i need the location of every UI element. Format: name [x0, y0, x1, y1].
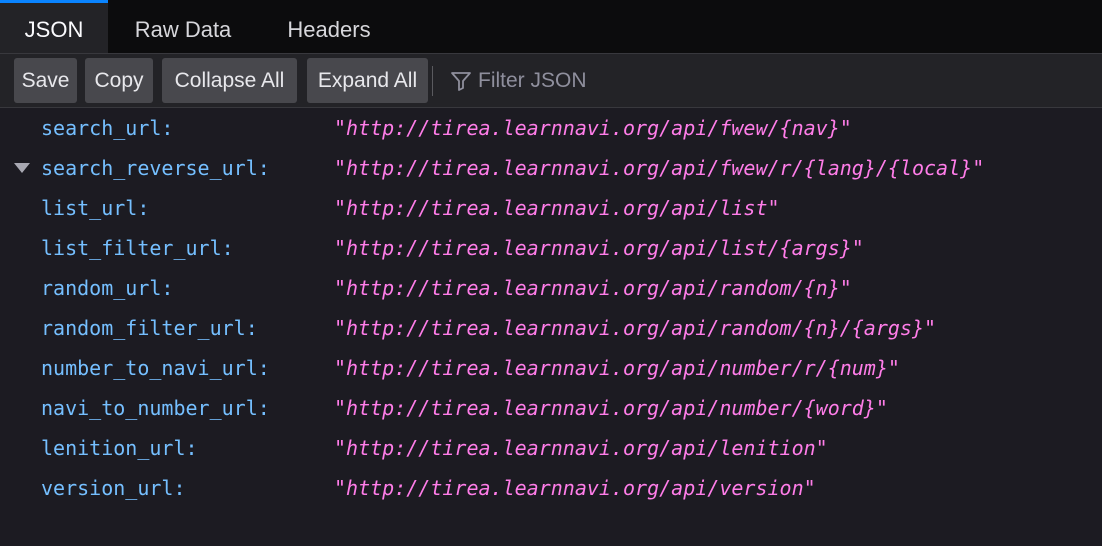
json-row[interactable]: search_url: "http://tirea.learnnavi.org/a…: [0, 108, 1102, 148]
toolbar-divider: [432, 66, 433, 96]
filter-json-input[interactable]: [478, 58, 1078, 103]
json-row[interactable]: random_url: "http://tirea.learnnavi.org/a…: [0, 268, 1102, 308]
json-key: navi_to_number_url:: [41, 396, 270, 420]
funnel-icon: [451, 72, 471, 91]
json-string-value[interactable]: "http://tirea.learnnavi.org/api/random/{…: [334, 308, 936, 348]
tab-headers[interactable]: Headers: [265, 0, 393, 53]
expand-toggle-icon[interactable]: [14, 163, 30, 173]
json-value-text: http://tirea.learnnavi.org/api/version: [346, 476, 804, 500]
json-key: search_url:: [41, 116, 174, 140]
tab-raw-data[interactable]: Raw Data: [118, 0, 248, 53]
json-value-text: http://tirea.learnnavi.org/api/fwew/r/{l…: [346, 156, 973, 180]
json-string-value[interactable]: "http://tirea.learnnavi.org/api/fwew/r/{…: [334, 148, 984, 188]
json-row[interactable]: navi_to_number_url: "http://tirea.learnna…: [0, 388, 1102, 428]
json-string-value[interactable]: "http://tirea.learnnavi.org/api/lenition…: [334, 428, 828, 468]
tab-bar: JSON Raw Data Headers: [0, 0, 1102, 54]
expand-all-button[interactable]: Expand All: [307, 58, 428, 103]
json-key: random_url:: [41, 276, 174, 300]
json-string-value[interactable]: "http://tirea.learnnavi.org/api/number/{…: [334, 388, 888, 428]
json-row[interactable]: search_reverse_url: "http://tirea.learnna…: [0, 148, 1102, 188]
toolbar: Save Copy Collapse All Expand All: [0, 54, 1102, 108]
json-string-value[interactable]: "http://tirea.learnnavi.org/api/number/r…: [334, 348, 900, 388]
json-key: random_filter_url:: [41, 316, 258, 340]
json-value-text: http://tirea.learnnavi.org/api/fwew/{nav…: [346, 116, 840, 140]
json-value-text: http://tirea.learnnavi.org/api/random/{n…: [346, 316, 925, 340]
json-value-text: http://tirea.learnnavi.org/api/number/{w…: [346, 396, 876, 420]
json-value-text: http://tirea.learnnavi.org/api/random/{n…: [346, 276, 840, 300]
json-value-text: http://tirea.learnnavi.org/api/lenition: [346, 436, 816, 460]
json-string-value[interactable]: "http://tirea.learnnavi.org/api/list": [334, 188, 780, 228]
json-string-value[interactable]: "http://tirea.learnnavi.org/api/list/{ar…: [334, 228, 864, 268]
collapse-all-button[interactable]: Collapse All: [162, 58, 297, 103]
json-string-value[interactable]: "http://tirea.learnnavi.org/api/version": [334, 468, 816, 508]
json-row[interactable]: number_to_navi_url: "http://tirea.learnna…: [0, 348, 1102, 388]
json-row[interactable]: random_filter_url: "http://tirea.learnnav…: [0, 308, 1102, 348]
json-key: search_reverse_url:: [41, 156, 270, 180]
json-value-text: http://tirea.learnnavi.org/api/list: [346, 196, 768, 220]
json-string-value[interactable]: "http://tirea.learnnavi.org/api/fwew/{na…: [334, 108, 852, 148]
json-row[interactable]: list_filter_url: "http://tirea.learnnavi.…: [0, 228, 1102, 268]
tab-json[interactable]: JSON: [0, 0, 108, 53]
json-key: list_filter_url:: [41, 236, 234, 260]
json-row[interactable]: list_url: "http://tirea.learnnavi.org/api…: [0, 188, 1102, 228]
json-key: lenition_url:: [41, 436, 198, 460]
json-value-text: http://tirea.learnnavi.org/api/list/{arg…: [346, 236, 852, 260]
save-button[interactable]: Save: [14, 58, 77, 103]
json-row[interactable]: version_url: "http://tirea.learnnavi.org/…: [0, 468, 1102, 508]
json-string-value[interactable]: "http://tirea.learnnavi.org/api/random/{…: [334, 268, 852, 308]
json-key: number_to_navi_url:: [41, 356, 270, 380]
json-value-text: http://tirea.learnnavi.org/api/number/r/…: [346, 356, 888, 380]
json-row[interactable]: lenition_url: "http://tirea.learnnavi.org…: [0, 428, 1102, 468]
json-key: list_url:: [41, 196, 150, 220]
copy-button[interactable]: Copy: [85, 58, 153, 103]
filter-box[interactable]: [440, 58, 1090, 103]
json-key: version_url:: [41, 476, 186, 500]
